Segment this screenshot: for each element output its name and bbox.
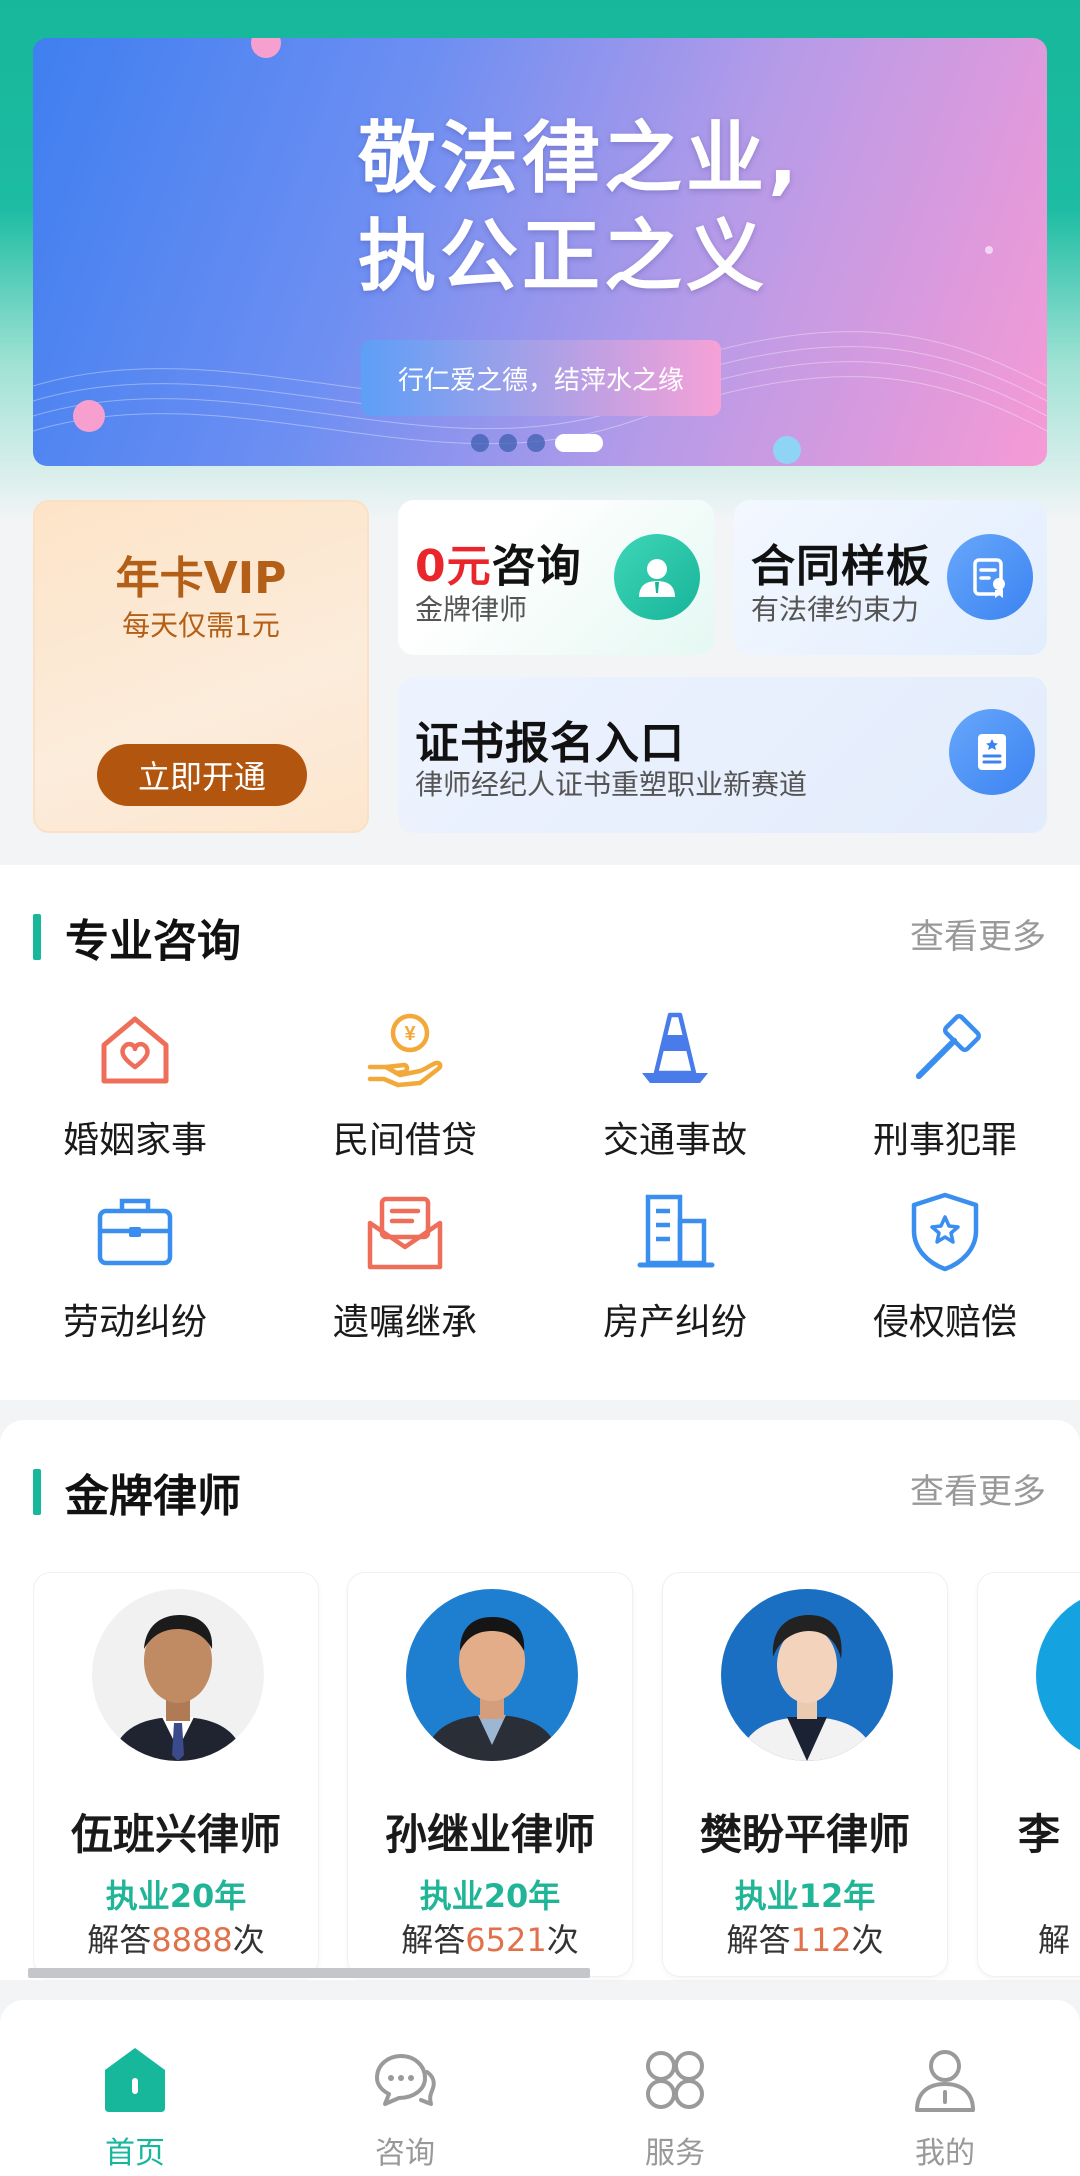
category-private-lending[interactable]: ¥ 民间借贷 xyxy=(270,1005,540,1163)
category-traffic-accident[interactable]: 交通事故 xyxy=(540,1005,810,1163)
category-inheritance[interactable]: 遗嘱继承 xyxy=(270,1187,540,1345)
section-accent-bar xyxy=(33,1469,41,1515)
nav-consult[interactable]: 咨询 xyxy=(270,2044,540,2172)
building-icon xyxy=(637,1194,715,1268)
promo-banner[interactable]: 敬法律之业, 执公正之义 行仁爱之德，结萍水之缘 xyxy=(33,38,1047,466)
coin-hand-icon: ¥ xyxy=(367,1013,443,1088)
section-header: 专业咨询 xyxy=(33,905,241,969)
nav-label: 首页 xyxy=(105,2136,165,2171)
lawyer-avatar xyxy=(1036,1589,1080,1761)
certificate-icon xyxy=(949,709,1035,795)
category-label: 遗嘱继承 xyxy=(332,1302,477,1343)
nav-label: 我的 xyxy=(915,2136,975,2171)
bubble-decoration xyxy=(773,436,801,464)
gavel-icon xyxy=(915,1014,981,1080)
lawyer-name: 孙继业律师 xyxy=(384,1810,595,1859)
traffic-cone-icon xyxy=(642,1012,708,1083)
section-header: 金牌律师 xyxy=(33,1460,241,1524)
horizontal-scrollbar[interactable] xyxy=(28,1968,590,1978)
lawyer-answers: 解答6521次 xyxy=(401,1921,579,1959)
vip-activate-button[interactable]: 立即开通 xyxy=(97,744,307,806)
category-label: 房产纠纷 xyxy=(602,1302,747,1343)
lawyer-years: 执业20年 xyxy=(105,1877,247,1915)
cert-subtitle: 律师经纪人证书重塑职业新赛道 xyxy=(415,768,808,801)
lawyer-card[interactable]: 樊盼平律师 执业12年 解答112次 xyxy=(662,1572,948,1977)
contract-document-icon xyxy=(947,534,1033,620)
view-more-link[interactable]: 查看更多 xyxy=(910,1464,1046,1513)
vip-title: 年卡VIP xyxy=(115,553,287,604)
bubble-decoration xyxy=(251,38,281,58)
category-label: 劳动纠纷 xyxy=(62,1302,207,1343)
category-marriage-family[interactable]: 婚姻家事 xyxy=(0,1005,270,1163)
category-label: 民间借贷 xyxy=(332,1120,477,1161)
banner-subtitle: 行仁爱之德，结萍水之缘 xyxy=(361,340,721,416)
vip-card[interactable]: 年卡VIP 每天仅需1元 立即开通 xyxy=(33,500,369,833)
banner-title: 敬法律之业, 执公正之义 xyxy=(358,114,802,302)
category-label: 侵权赔偿 xyxy=(872,1302,1017,1343)
contract-title: 合同样板 xyxy=(751,541,931,592)
consult-title: 0元咨询 xyxy=(415,541,582,592)
lawyer-answers: 解答8888次 xyxy=(87,1921,265,1959)
category-label: 婚姻家事 xyxy=(62,1120,207,1161)
lawyer-name: 伍班兴律师 xyxy=(70,1810,281,1859)
bubble-decoration xyxy=(985,246,993,254)
lawyer-avatar-icon xyxy=(614,534,700,620)
lawyer-years: 执业12年 xyxy=(734,1877,876,1915)
shield-star-icon xyxy=(911,1192,979,1272)
category-tort-compensation[interactable]: 侵权赔偿 xyxy=(810,1187,1080,1345)
contract-template-card[interactable]: 合同样板 有法律约束力 xyxy=(734,500,1047,655)
mail-document-icon xyxy=(367,1196,443,1270)
nav-label: 咨询 xyxy=(375,2136,435,2171)
lawyer-card[interactable]: 孙继业律师 执业20年 解答6521次 xyxy=(347,1572,633,1977)
professional-consult-section: 专业咨询 查看更多 婚姻家事 ¥ 民间借贷 交通事故 刑事犯罪 劳动纠纷 遗嘱继… xyxy=(0,865,1080,1400)
category-property-dispute[interactable]: 房产纠纷 xyxy=(540,1187,810,1345)
certificate-entry-card[interactable]: 证书报名入口 律师经纪人证书重塑职业新赛道 xyxy=(398,677,1047,833)
nav-profile[interactable]: 我的 xyxy=(810,2044,1080,2172)
chat-bubbles-icon xyxy=(375,2054,436,2106)
gold-lawyers-section: 金牌律师 查看更多 伍班兴律师 执业20年 解答8888次 孙继业律师 执业20… xyxy=(0,1420,1080,1980)
carousel-indicator xyxy=(471,434,603,452)
lawyer-name: 李 xyxy=(1018,1810,1061,1859)
lawyer-avatar xyxy=(406,1589,578,1761)
section-title: 金牌律师 xyxy=(65,1471,241,1522)
carousel-dot xyxy=(527,434,545,452)
house-heart-icon xyxy=(101,1016,169,1084)
category-label: 交通事故 xyxy=(602,1120,747,1161)
bubble-decoration xyxy=(73,400,105,432)
lawyer-card[interactable]: 伍班兴律师 执业20年 解答8888次 xyxy=(33,1572,319,1977)
lawyer-years: 执业20年 xyxy=(419,1877,561,1915)
lawyer-carousel[interactable]: 伍班兴律师 执业20年 解答8888次 孙继业律师 执业20年 解答6521次 xyxy=(33,1572,1080,1982)
nav-label: 服务 xyxy=(645,2136,705,2171)
section-accent-bar xyxy=(33,914,41,960)
contract-subtitle: 有法律约束力 xyxy=(751,593,920,626)
carousel-dot-active xyxy=(555,434,603,452)
user-profile-icon xyxy=(915,2050,975,2112)
category-labor-dispute[interactable]: 劳动纠纷 xyxy=(0,1187,270,1345)
carousel-dot xyxy=(471,434,489,452)
nav-home[interactable]: 首页 xyxy=(0,2044,270,2172)
lawyer-avatar xyxy=(721,1589,893,1761)
free-consult-card[interactable]: 0元咨询 金牌律师 xyxy=(398,500,714,655)
svg-text:¥: ¥ xyxy=(404,1023,416,1045)
view-more-link[interactable]: 查看更多 xyxy=(910,909,1046,958)
carousel-dot xyxy=(499,434,517,452)
vip-subtitle: 每天仅需1元 xyxy=(122,609,280,642)
lawyer-name: 樊盼平律师 xyxy=(699,1810,910,1859)
bottom-navigation: 首页 咨询 服务 我的 xyxy=(0,2000,1080,2176)
section-title: 专业咨询 xyxy=(65,916,241,967)
briefcase-icon xyxy=(97,1198,173,1266)
home-icon xyxy=(105,2048,165,2112)
lawyer-avatar xyxy=(92,1589,264,1761)
lawyer-answers: 解答112次 xyxy=(726,1921,884,1959)
category-criminal[interactable]: 刑事犯罪 xyxy=(810,1005,1080,1163)
category-label: 刑事犯罪 xyxy=(872,1120,1017,1161)
nav-services[interactable]: 服务 xyxy=(540,2044,810,2172)
consult-subtitle: 金牌律师 xyxy=(415,593,528,626)
lawyer-card[interactable]: 李 解 xyxy=(977,1572,1080,1977)
lawyer-answers: 解 xyxy=(1038,1921,1071,1959)
cert-title: 证书报名入口 xyxy=(415,718,685,769)
grid-services-icon xyxy=(646,2051,704,2109)
